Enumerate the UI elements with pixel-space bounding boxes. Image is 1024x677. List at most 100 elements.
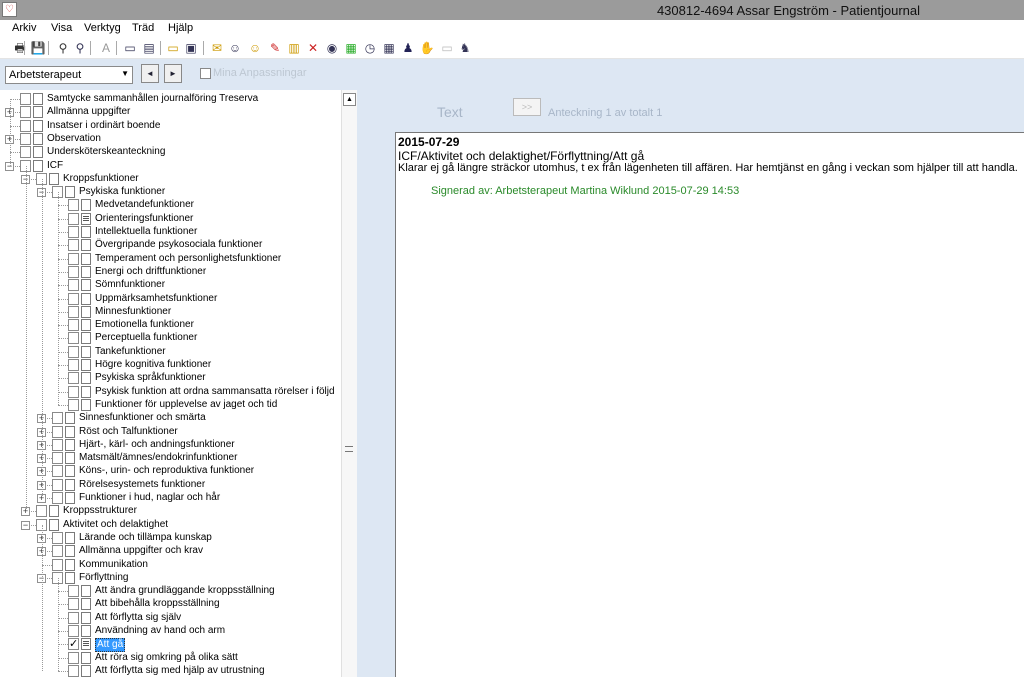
tree-checkbox[interactable] xyxy=(36,505,47,518)
menu-visa[interactable]: Visa xyxy=(51,22,72,34)
tree-checkbox[interactable]: ✓ xyxy=(68,638,79,651)
tree-node[interactable]: Att förflytta sig med hjälp av utrustnin… xyxy=(0,664,340,677)
tree-node[interactable]: Psykiska språkfunktioner xyxy=(0,372,340,385)
certificate-icon[interactable]: ▥ xyxy=(286,40,302,56)
collapse-icon[interactable]: − xyxy=(21,520,30,530)
tree-checkbox[interactable] xyxy=(20,119,31,132)
role-select[interactable]: Arbetsterapeut ▼ xyxy=(5,66,133,84)
mina-anpassningar-checkbox[interactable] xyxy=(200,68,211,79)
tree-checkbox[interactable] xyxy=(68,292,79,305)
save-icon[interactable]: 💾 xyxy=(30,40,46,56)
tree-node[interactable]: + Funktioner i hud, naglar och hår xyxy=(0,492,340,505)
tree-node[interactable]: Att ändra grundläggande kroppsställning xyxy=(0,585,340,598)
tree-node[interactable]: + Lärande och tillämpa kunskap xyxy=(0,531,340,545)
binoculars-search-icon[interactable]: ⚲ xyxy=(72,40,88,56)
tree-checkbox[interactable] xyxy=(68,305,79,318)
tree-checkbox[interactable] xyxy=(68,279,79,292)
tree-node[interactable]: − Aktivitet och delaktighet xyxy=(0,518,340,532)
tree-node[interactable]: ✓ Att gå xyxy=(0,638,340,653)
tree-checkbox[interactable] xyxy=(52,531,63,544)
next-note-button[interactable]: >> xyxy=(513,98,541,116)
tree-checkbox[interactable] xyxy=(68,611,79,624)
tree-checkbox[interactable] xyxy=(52,425,63,438)
next-nav-button[interactable]: ► xyxy=(164,64,182,83)
menu-hjalp[interactable]: Hjälp xyxy=(168,22,193,34)
eye-icon[interactable]: ◉ xyxy=(324,40,340,56)
tree-node[interactable]: Insatser i ordinärt boende xyxy=(0,119,340,133)
tree-node[interactable]: Tankefunktioner xyxy=(0,345,340,359)
tree-checkbox[interactable] xyxy=(68,212,79,225)
tree-checkbox[interactable] xyxy=(68,199,79,212)
tree-checkbox[interactable] xyxy=(68,359,79,371)
journal-tree[interactable]: Samtycke sammanhållen journalföring Tres… xyxy=(0,90,357,677)
tree-checkbox[interactable] xyxy=(68,598,79,611)
people-icon[interactable]: ☺ xyxy=(227,40,243,56)
camera-icon[interactable]: ▣ xyxy=(183,40,199,56)
tree-node[interactable]: Psykisk funktion att ordna sammansatta r… xyxy=(0,385,340,399)
tree-node[interactable]: + Rörelsesystemets funktioner xyxy=(0,478,340,492)
tree-node[interactable]: Energi och driftfunktioner xyxy=(0,265,340,279)
tree-checkbox[interactable] xyxy=(68,664,79,677)
clock-icon[interactable]: ◷ xyxy=(362,40,378,56)
tree-node[interactable]: Intellektuella funktioner xyxy=(0,226,340,239)
tree-node[interactable]: + Hjärt-, kärl- och andningsfunktioner xyxy=(0,438,340,452)
tree-checkbox[interactable] xyxy=(20,106,31,119)
tree-node[interactable]: + Köns-, urin- och reproduktiva funktione… xyxy=(0,465,340,478)
tree-node[interactable]: Högre kognitiva funktioner xyxy=(0,359,340,372)
folder-open-icon[interactable]: ▭ xyxy=(165,40,181,56)
tree-checkbox[interactable] xyxy=(68,651,79,664)
tree-checkbox[interactable] xyxy=(68,239,79,252)
tree-checkbox[interactable] xyxy=(52,478,63,491)
tree-node[interactable]: − Psykiska funktioner xyxy=(0,186,340,199)
tree-checkbox[interactable] xyxy=(52,412,63,425)
tree-checkbox[interactable] xyxy=(20,146,31,159)
chart-line-icon[interactable]: ✕ xyxy=(305,40,321,56)
tree-checkbox[interactable] xyxy=(68,625,79,637)
tree-checkbox[interactable] xyxy=(52,452,63,465)
tree-node[interactable]: + Matsmält/ämnes/endokrinfunktioner xyxy=(0,452,340,465)
person-tree-icon[interactable]: ♞ xyxy=(457,40,473,56)
tree-checkbox[interactable] xyxy=(68,385,79,398)
previous-button[interactable]: ◄ xyxy=(141,64,159,83)
tree-checkbox[interactable] xyxy=(52,465,63,478)
table-icon[interactable]: ▦ xyxy=(381,40,397,56)
spreadsheet-icon[interactable]: ▦ xyxy=(343,40,359,56)
tree-node[interactable]: Samtycke sammanhållen journalföring Tres… xyxy=(0,93,340,106)
tree-node[interactable]: + Kroppsstrukturer xyxy=(0,505,340,518)
tree-checkbox[interactable] xyxy=(68,345,79,358)
tree-node[interactable]: Funktioner för upplevelse av jaget och t… xyxy=(0,398,340,412)
tree-node[interactable]: Övergripande psykosociala funktioner xyxy=(0,239,340,252)
tree-checkbox[interactable] xyxy=(68,226,79,238)
menu-arkiv[interactable]: Arkiv xyxy=(12,22,36,34)
scroll-up-icon[interactable]: ▲ xyxy=(343,93,356,106)
font-icon[interactable]: A xyxy=(98,40,114,56)
tree-node[interactable]: + Röst och Talfunktioner xyxy=(0,425,340,439)
tree-checkbox[interactable] xyxy=(52,558,63,571)
handshake-icon[interactable]: ✋ xyxy=(419,40,435,56)
tree-node[interactable]: Att röra sig omkring på olika sätt xyxy=(0,651,340,665)
tree-node[interactable]: Användning av hand och arm xyxy=(0,625,340,638)
scroll-grip-icon[interactable] xyxy=(345,446,353,452)
menu-verktyg[interactable]: Verktyg xyxy=(84,22,121,34)
tree-node[interactable]: − Förflyttning xyxy=(0,571,340,585)
tree-checkbox[interactable] xyxy=(52,545,63,558)
tree-checkbox[interactable] xyxy=(68,585,79,598)
tree-node[interactable]: Att bibehålla kroppsställning xyxy=(0,598,340,611)
tree-node[interactable]: + Allmänna uppgifter xyxy=(0,106,340,119)
tree-checkbox[interactable] xyxy=(20,93,31,105)
heart-app-icon[interactable]: ♡ xyxy=(2,2,17,17)
pen-icon[interactable]: ✎ xyxy=(267,40,283,56)
disabled-icon[interactable]: ▭ xyxy=(439,40,455,56)
tree-checkbox[interactable] xyxy=(68,372,79,385)
tree-node[interactable]: Medvetandefunktioner xyxy=(0,199,340,212)
tree-node[interactable]: Sömnfunktioner xyxy=(0,279,340,292)
tree-node[interactable]: Orienteringsfunktioner xyxy=(0,212,340,226)
tree-checkbox[interactable] xyxy=(68,398,79,411)
tree-scrollbar[interactable]: ▲ xyxy=(341,90,357,677)
tree-checkbox[interactable] xyxy=(68,332,79,345)
tree-node[interactable]: Temperament och personlighetsfunktioner xyxy=(0,252,340,266)
users-group-icon[interactable]: ☺ xyxy=(247,40,263,56)
note-body[interactable]: 2015-07-29 ICF/Aktivitet och delaktighet… xyxy=(395,132,1024,677)
tab-text[interactable]: Text xyxy=(437,104,463,120)
tree-node[interactable]: Minnesfunktioner xyxy=(0,305,340,319)
